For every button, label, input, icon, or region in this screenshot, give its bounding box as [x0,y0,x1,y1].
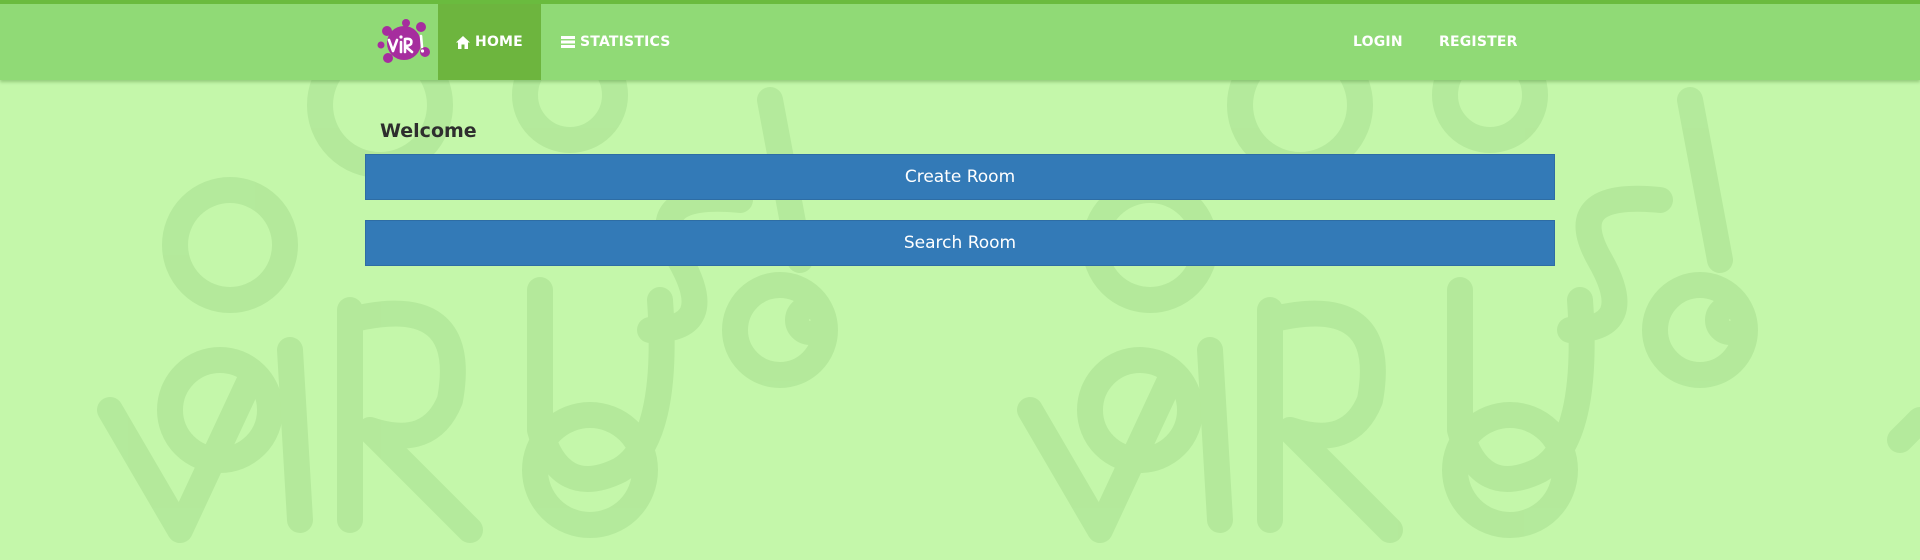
nav-home-label: HOME [475,34,523,50]
background-watermark [97,32,1920,543]
nav-statistics-label: STATISTICS [580,34,671,50]
nav-home[interactable]: HOME [438,4,541,80]
top-accent-line [0,0,1920,4]
nav-statistics[interactable]: STATISTICS [561,4,671,80]
brand-logo[interactable] [376,18,432,66]
watermark-logo-right [1017,32,1920,543]
search-room-button[interactable]: Search Room [365,220,1555,266]
page-title: Welcome [380,120,477,142]
nav-login[interactable]: LOGIN [1353,4,1403,80]
nav-login-label: LOGIN [1353,34,1403,50]
create-room-button[interactable]: Create Room [365,154,1555,200]
navbar: HOME STATISTICS LOGIN REGISTER [0,4,1920,80]
watermark-logo-left [97,32,838,543]
nav-register-label: REGISTER [1439,34,1518,50]
home-icon [456,35,471,49]
nav-register[interactable]: REGISTER [1439,4,1518,80]
list-icon [561,36,575,48]
virus-logo-icon [377,19,430,63]
